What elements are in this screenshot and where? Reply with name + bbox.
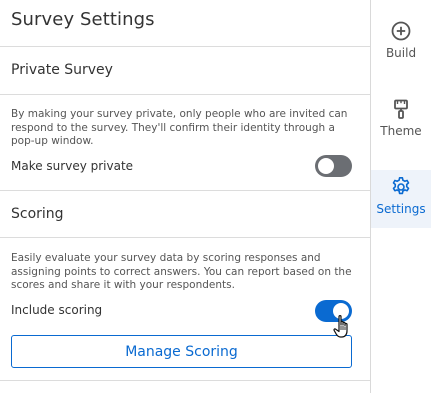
include-scoring-label: Include scoring: [11, 303, 103, 317]
rail-item-settings[interactable]: Settings: [371, 170, 431, 228]
rail-item-theme[interactable]: Theme: [371, 98, 431, 148]
gear-icon: [392, 177, 410, 195]
divider: [0, 190, 370, 191]
divider: [0, 46, 370, 47]
settings-panel: Survey Settings Private Survey By making…: [0, 0, 370, 393]
private-survey-heading: Private Survey: [11, 62, 113, 78]
make-private-toggle[interactable]: [315, 155, 352, 177]
rail-item-label: Theme: [380, 124, 422, 138]
make-private-label: Make survey private: [11, 159, 134, 173]
private-survey-description: By making your survey private, only peop…: [11, 108, 348, 147]
divider: [0, 237, 370, 238]
paint-roller-icon: [394, 99, 408, 119]
hand-pointer-cursor-icon: [333, 315, 348, 338]
side-rail: Build Theme Settings: [370, 0, 431, 393]
rail-item-build[interactable]: Build: [371, 20, 431, 70]
scoring-description: Easily evaluate your survey data by scor…: [11, 252, 352, 291]
divider: [0, 94, 370, 95]
scoring-heading: Scoring: [11, 206, 64, 222]
rail-item-label: Build: [385, 46, 417, 60]
divider: [0, 380, 370, 381]
plus-circle-icon: [391, 21, 411, 41]
rail-item-label: Settings: [376, 202, 426, 216]
page-title: Survey Settings: [11, 9, 155, 30]
manage-scoring-button[interactable]: Manage Scoring: [11, 335, 352, 368]
toggle-knob: [318, 158, 334, 174]
